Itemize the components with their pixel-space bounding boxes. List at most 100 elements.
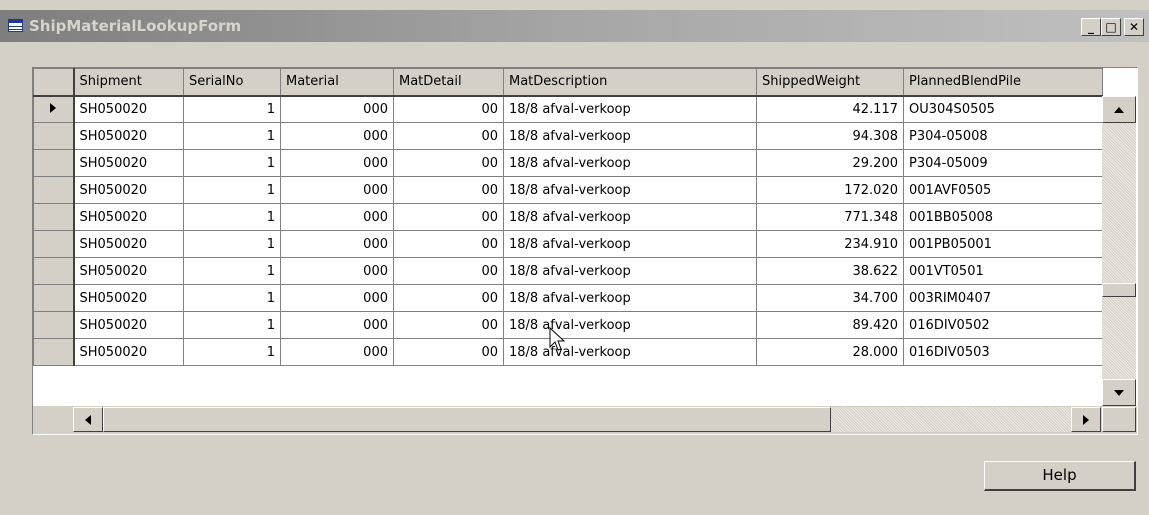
cell-serialno[interactable]: 1: [183, 149, 281, 177]
cell-matdescription[interactable]: 18/8 afval-verkoop: [503, 149, 757, 177]
cell-shippedweight[interactable]: 34.700: [756, 284, 904, 312]
cell-matdetail[interactable]: 00: [393, 176, 504, 204]
scroll-down-button[interactable]: [1102, 379, 1136, 406]
table-row[interactable]: SH050020 1 000 00 18/8 afval-verkoop 771.348 0…: [33, 203, 1103, 231]
cell-serialno[interactable]: 1: [183, 338, 281, 366]
cell-shippedweight[interactable]: 29.200: [756, 149, 904, 177]
cell-shippedweight[interactable]: 234.910: [756, 230, 904, 258]
row-selector[interactable]: [33, 203, 75, 231]
column-header-matdescription[interactable]: MatDescription: [503, 68, 757, 97]
cell-serialno[interactable]: 1: [183, 230, 281, 258]
cell-plannedblendpile[interactable]: OU304S0505: [903, 95, 1103, 123]
horizontal-scrollbar[interactable]: [73, 407, 1101, 432]
cell-serialno[interactable]: 1: [183, 176, 281, 204]
column-header-shipment[interactable]: Shipment: [73, 68, 184, 97]
cell-serialno[interactable]: 1: [183, 122, 281, 150]
column-header-serialno[interactable]: SerialNo: [183, 68, 281, 97]
row-selector[interactable]: [33, 338, 75, 366]
cell-matdetail[interactable]: 00: [393, 95, 504, 123]
cell-serialno[interactable]: 1: [183, 284, 281, 312]
cell-matdetail[interactable]: 00: [393, 230, 504, 258]
cell-shippedweight[interactable]: 42.117: [756, 95, 904, 123]
vertical-scroll-thumb[interactable]: [1102, 283, 1136, 297]
cell-matdetail[interactable]: 00: [393, 284, 504, 312]
cell-matdescription[interactable]: 18/8 afval-verkoop: [503, 284, 757, 312]
maximize-button[interactable]: □: [1101, 18, 1121, 36]
cell-shippedweight[interactable]: 771.348: [756, 203, 904, 231]
cell-material[interactable]: 000: [280, 95, 394, 123]
cell-matdetail[interactable]: 00: [393, 257, 504, 285]
cell-shipment[interactable]: SH050020: [73, 284, 184, 312]
column-header-material[interactable]: Material: [280, 68, 394, 97]
cell-plannedblendpile[interactable]: 016DIV0502: [903, 311, 1103, 339]
cell-material[interactable]: 000: [280, 122, 394, 150]
cell-matdescription[interactable]: 18/8 afval-verkoop: [503, 122, 757, 150]
table-row[interactable]: SH050020 1 000 00 18/8 afval-verkoop 29.200 P3…: [33, 149, 1103, 177]
row-selector-header[interactable]: [33, 68, 75, 97]
cell-shipment[interactable]: SH050020: [73, 230, 184, 258]
table-row[interactable]: SH050020 1 000 00 18/8 afval-verkoop 94.308 P3…: [33, 122, 1103, 150]
row-selector[interactable]: [33, 311, 75, 339]
cell-serialno[interactable]: 1: [183, 95, 281, 123]
cell-plannedblendpile[interactable]: 016DIV0503: [903, 338, 1103, 366]
horizontal-scroll-thumb[interactable]: [103, 407, 831, 432]
cell-plannedblendpile[interactable]: 001PB05001: [903, 230, 1103, 258]
row-selector[interactable]: [33, 176, 75, 204]
cell-shipment[interactable]: SH050020: [73, 257, 184, 285]
cell-shipment[interactable]: SH050020: [73, 122, 184, 150]
vertical-scrollbar[interactable]: [1102, 96, 1136, 406]
cell-plannedblendpile[interactable]: 001VT0501: [903, 257, 1103, 285]
scroll-up-button[interactable]: [1102, 96, 1136, 123]
row-selector[interactable]: [33, 149, 75, 177]
cell-material[interactable]: 000: [280, 203, 394, 231]
cell-matdescription[interactable]: 18/8 afval-verkoop: [503, 176, 757, 204]
cell-shippedweight[interactable]: 28.000: [756, 338, 904, 366]
cell-matdescription[interactable]: 18/8 afval-verkoop: [503, 203, 757, 231]
cell-serialno[interactable]: 1: [183, 203, 281, 231]
cell-shippedweight[interactable]: 172.020: [756, 176, 904, 204]
cell-matdetail[interactable]: 00: [393, 311, 504, 339]
cell-matdescription[interactable]: 18/8 afval-verkoop: [503, 311, 757, 339]
scroll-left-button[interactable]: [73, 407, 103, 432]
cell-material[interactable]: 000: [280, 149, 394, 177]
cell-plannedblendpile[interactable]: P304-05009: [903, 149, 1103, 177]
cell-serialno[interactable]: 1: [183, 311, 281, 339]
cell-shipment[interactable]: SH050020: [73, 311, 184, 339]
table-row[interactable]: SH050020 1 000 00 18/8 afval-verkoop 234.910 0…: [33, 230, 1103, 258]
cell-plannedblendpile[interactable]: 001AVF0505: [903, 176, 1103, 204]
cell-matdescription[interactable]: 18/8 afval-verkoop: [503, 230, 757, 258]
cell-material[interactable]: 000: [280, 311, 394, 339]
help-button[interactable]: Help: [984, 461, 1136, 491]
cell-material[interactable]: 000: [280, 257, 394, 285]
minimize-button[interactable]: _: [1081, 18, 1101, 36]
cell-matdescription[interactable]: 18/8 afval-verkoop: [503, 95, 757, 123]
cell-material[interactable]: 000: [280, 284, 394, 312]
close-button[interactable]: ✕: [1124, 18, 1144, 36]
table-row[interactable]: SH050020 1 000 00 18/8 afval-verkoop 34.700 00…: [33, 284, 1103, 312]
cell-plannedblendpile[interactable]: 003RIM0407: [903, 284, 1103, 312]
cell-shipment[interactable]: SH050020: [73, 176, 184, 204]
cell-matdescription[interactable]: 18/8 afval-verkoop: [503, 338, 757, 366]
column-header-plannedblendpile[interactable]: PlannedBlendPile: [903, 68, 1103, 97]
cell-matdetail[interactable]: 00: [393, 338, 504, 366]
cell-matdetail[interactable]: 00: [393, 203, 504, 231]
cell-material[interactable]: 000: [280, 230, 394, 258]
cell-shippedweight[interactable]: 89.420: [756, 311, 904, 339]
table-row[interactable]: SH050020 1 000 00 18/8 afval-verkoop 172.020 0…: [33, 176, 1103, 204]
cell-shipment[interactable]: SH050020: [73, 203, 184, 231]
row-selector[interactable]: [33, 230, 75, 258]
scroll-right-button[interactable]: [1071, 407, 1101, 432]
title-bar[interactable]: ShipMaterialLookupForm _ □ ✕: [0, 10, 1149, 42]
cell-shipment[interactable]: SH050020: [73, 149, 184, 177]
row-selector[interactable]: [33, 95, 75, 123]
row-selector[interactable]: [33, 122, 75, 150]
cell-plannedblendpile[interactable]: 001BB05008: [903, 203, 1103, 231]
table-row[interactable]: SH050020 1 000 00 18/8 afval-verkoop 42.117 OU…: [33, 95, 1103, 123]
cell-material[interactable]: 000: [280, 176, 394, 204]
cell-shippedweight[interactable]: 38.622: [756, 257, 904, 285]
cell-matdetail[interactable]: 00: [393, 122, 504, 150]
column-header-shippedweight[interactable]: ShippedWeight: [756, 68, 904, 97]
cell-matdescription[interactable]: 18/8 afval-verkoop: [503, 257, 757, 285]
row-selector[interactable]: [33, 284, 75, 312]
cell-shipment[interactable]: SH050020: [73, 95, 184, 123]
